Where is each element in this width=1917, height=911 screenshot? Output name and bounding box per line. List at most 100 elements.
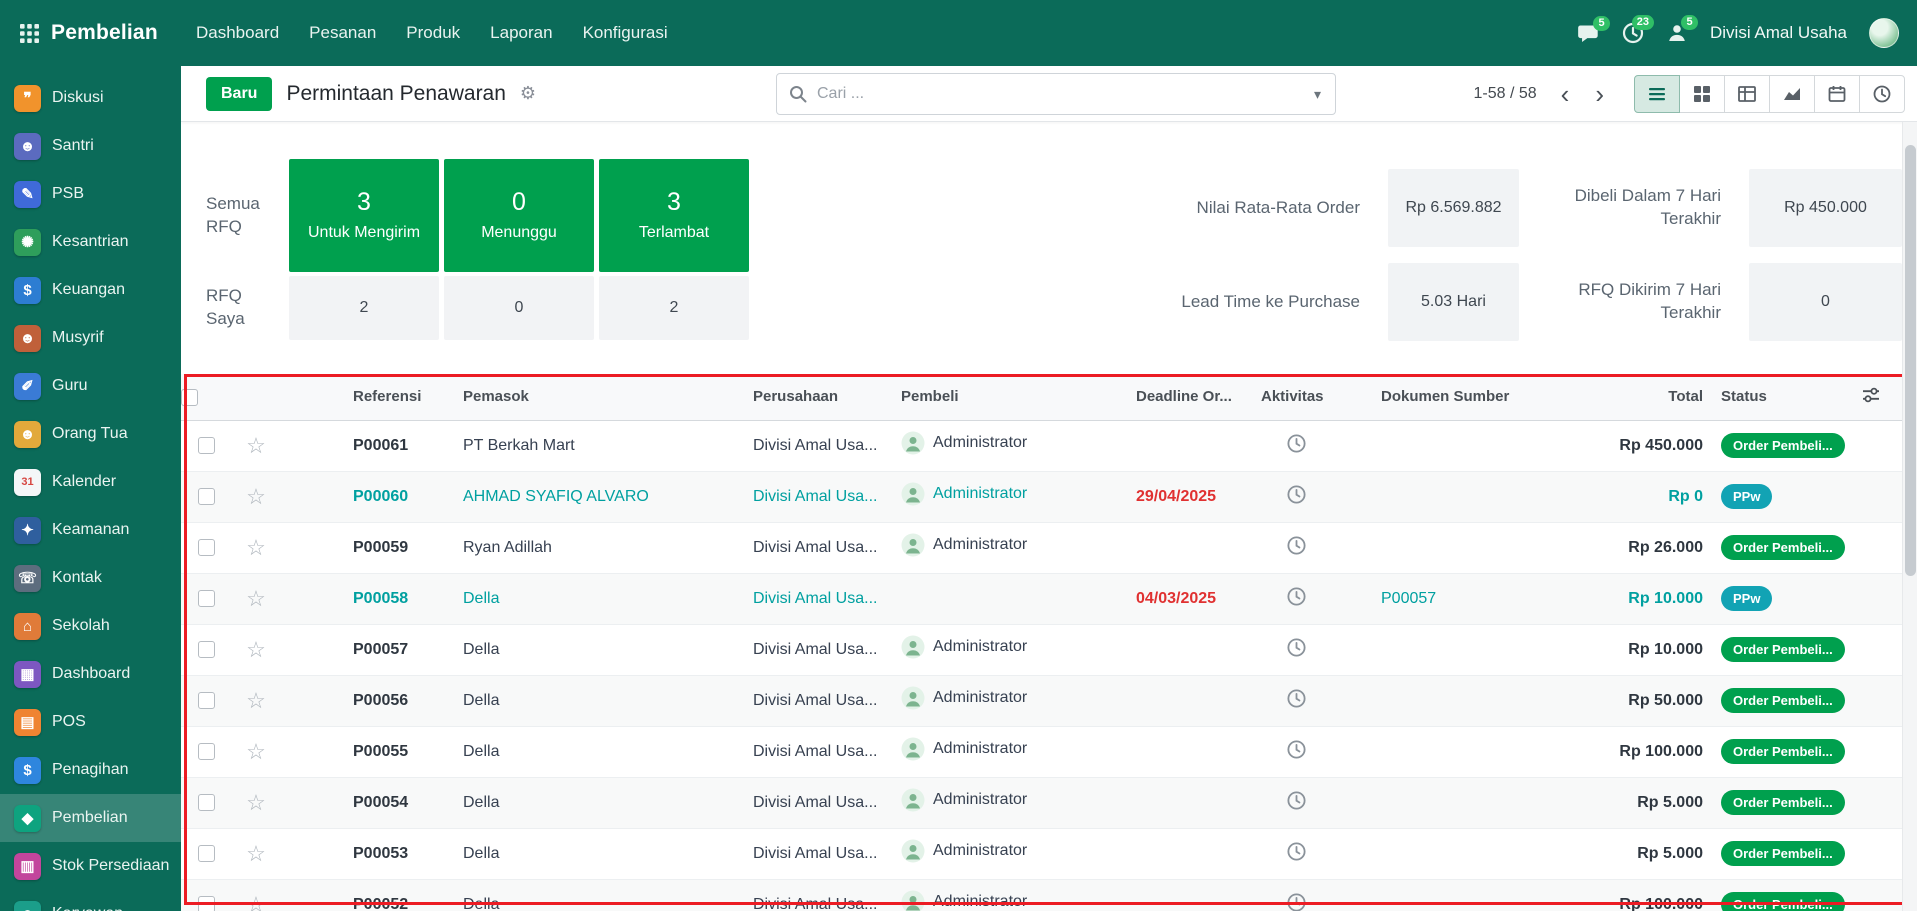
scrollbar-thumb[interactable]	[1905, 145, 1916, 576]
table-row[interactable]: ☆ P00057 Della Divisi Amal Usa... Admini…	[181, 624, 1902, 676]
header-source-document[interactable]: Dokumen Sumber	[1331, 374, 1581, 421]
kpi-card-to-send[interactable]: 3 Untuk Mengirim	[289, 159, 439, 272]
source-document-cell[interactable]	[1331, 420, 1581, 472]
header-status[interactable]: Status	[1711, 374, 1861, 421]
sidebar-item-penagihan[interactable]: $ Penagihan	[0, 746, 181, 794]
pager-previous-button[interactable]: ‹	[1551, 81, 1580, 107]
sidebar-item-santri[interactable]: ☻ Santri	[0, 122, 181, 170]
row-checkbox[interactable]	[197, 538, 215, 556]
my-rfq-late[interactable]: 2	[599, 276, 749, 340]
view-switcher-calendar-button[interactable]	[1814, 74, 1860, 113]
activity-clock-icon[interactable]	[1286, 484, 1307, 505]
sidebar-item-keuangan[interactable]: $ Keuangan	[0, 266, 181, 314]
activity-clock-icon[interactable]	[1286, 535, 1307, 556]
activity-clock-icon[interactable]	[1286, 586, 1307, 607]
view-switcher-activity-button[interactable]	[1859, 74, 1905, 113]
sidebar-item-dashboard[interactable]: ▦ Dashboard	[0, 650, 181, 698]
messages-button[interactable]: 5	[1577, 15, 1610, 44]
source-document-cell[interactable]	[1331, 726, 1581, 778]
source-document-cell[interactable]	[1331, 828, 1581, 880]
table-row[interactable]: ☆ P00061 PT Berkah Mart Divisi Amal Usa.…	[181, 420, 1902, 472]
header-total[interactable]: Total	[1581, 374, 1711, 421]
favorite-star-icon[interactable]: ☆	[246, 586, 266, 611]
table-row[interactable]: ☆ P00054 Della Divisi Amal Usa... Admini…	[181, 777, 1902, 829]
source-document-cell[interactable]	[1331, 777, 1581, 829]
activity-clock-icon[interactable]	[1286, 688, 1307, 709]
table-row[interactable]: ☆ P00053 Della Divisi Amal Usa... Admini…	[181, 828, 1902, 880]
table-row[interactable]: ☆ P00055 Della Divisi Amal Usa... Admini…	[181, 726, 1902, 778]
top-menu-pesanan[interactable]: Pesanan	[294, 0, 391, 66]
kpi-card-waiting[interactable]: 0 Menunggu	[444, 159, 594, 272]
sidebar-item-kalender[interactable]: 31 Kalender	[0, 458, 181, 506]
apps-grid-icon[interactable]	[20, 23, 39, 43]
company-name[interactable]: Divisi Amal Usaha	[1710, 23, 1847, 43]
sidebar-item-musyrif[interactable]: ☻ Musyrif	[0, 314, 181, 362]
top-menu-laporan[interactable]: Laporan	[475, 0, 567, 66]
row-checkbox[interactable]	[197, 895, 215, 911]
top-menu-konfigurasi[interactable]: Konfigurasi	[568, 0, 683, 66]
sidebar-item-pembelian[interactable]: ◆ Pembelian	[0, 794, 181, 842]
favorite-star-icon[interactable]: ☆	[246, 892, 266, 911]
favorite-star-icon[interactable]: ☆	[246, 739, 266, 764]
sidebar-item-pos[interactable]: ▤ POS	[0, 698, 181, 746]
activity-clock-icon[interactable]	[1286, 739, 1307, 760]
sidebar-item-karyawan[interactable]: ☻ Karyawan	[0, 890, 181, 911]
row-checkbox[interactable]	[197, 436, 215, 454]
table-row[interactable]: ☆ P00059 Ryan Adillah Divisi Amal Usa...…	[181, 522, 1902, 574]
header-reference[interactable]: Referensi	[281, 374, 453, 421]
header-company[interactable]: Perusahaan	[743, 374, 891, 421]
source-document-cell[interactable]	[1331, 675, 1581, 727]
view-settings-gear-icon[interactable]: ⚙	[520, 83, 536, 104]
favorite-star-icon[interactable]: ☆	[246, 841, 266, 866]
view-switcher-kanban-button[interactable]	[1679, 74, 1725, 113]
source-document-cell[interactable]	[1331, 624, 1581, 676]
my-rfq-waiting[interactable]: 0	[444, 276, 594, 340]
search-dropdown-caret-icon[interactable]: ▾	[1312, 82, 1323, 107]
vertical-scrollbar[interactable]	[1902, 122, 1917, 911]
search-input[interactable]	[817, 85, 1302, 103]
select-all-checkbox[interactable]	[181, 388, 198, 406]
user-avatar[interactable]	[1869, 18, 1899, 48]
sidebar-item-psb[interactable]: ✎ PSB	[0, 170, 181, 218]
row-checkbox[interactable]	[197, 487, 215, 505]
top-menu-produk[interactable]: Produk	[391, 0, 475, 66]
sidebar-item-stok-persediaan[interactable]: ▥ Stok Persediaan	[0, 842, 181, 890]
source-document-cell[interactable]	[1331, 879, 1581, 911]
sidebar-item-sekolah[interactable]: ⌂ Sekolah	[0, 602, 181, 650]
table-row[interactable]: ☆ P00052 Della Divisi Amal Usa... Admini…	[181, 879, 1902, 911]
table-row[interactable]: ☆ P00058 Della Divisi Amal Usa... 04/03/…	[181, 573, 1902, 625]
activity-clock-icon[interactable]	[1286, 637, 1307, 658]
activity-clock-icon[interactable]	[1286, 841, 1307, 862]
activity-clock-icon[interactable]	[1286, 433, 1307, 454]
favorite-star-icon[interactable]: ☆	[246, 433, 266, 458]
view-switcher-list-button[interactable]	[1634, 74, 1680, 113]
new-button[interactable]: Baru	[206, 76, 273, 111]
kpi-card-late[interactable]: 3 Terlambat	[599, 159, 749, 272]
row-checkbox[interactable]	[197, 793, 215, 811]
view-switcher-pivot-button[interactable]	[1724, 74, 1770, 113]
row-checkbox[interactable]	[197, 844, 215, 862]
favorite-star-icon[interactable]: ☆	[246, 484, 266, 509]
app-title[interactable]: Pembelian	[51, 21, 158, 45]
top-menu-dashboard[interactable]: Dashboard	[181, 0, 294, 66]
table-row[interactable]: ☆ P00056 Della Divisi Amal Usa... Admini…	[181, 675, 1902, 727]
row-checkbox[interactable]	[197, 691, 215, 709]
favorite-star-icon[interactable]: ☆	[246, 535, 266, 560]
sidebar-item-kontak[interactable]: ☏ Kontak	[0, 554, 181, 602]
header-deadline[interactable]: Deadline Or...	[1126, 374, 1261, 421]
favorite-star-icon[interactable]: ☆	[246, 637, 266, 662]
pager-next-button[interactable]: ›	[1585, 81, 1614, 107]
header-activity[interactable]: Aktivitas	[1261, 374, 1331, 421]
sidebar-item-kesantrian[interactable]: ✺ Kesantrian	[0, 218, 181, 266]
header-buyer[interactable]: Pembeli	[891, 374, 1126, 421]
sidebar-item-orang-tua[interactable]: ☻ Orang Tua	[0, 410, 181, 458]
activity-clock-icon[interactable]	[1286, 790, 1307, 811]
source-document-cell[interactable]	[1331, 522, 1581, 574]
my-rfq-to-send[interactable]: 2	[289, 276, 439, 340]
row-checkbox[interactable]	[197, 742, 215, 760]
requests-button[interactable]: 5	[1666, 15, 1698, 44]
table-row[interactable]: ☆ P00060 AHMAD SYAFIQ ALVARO Divisi Amal…	[181, 471, 1902, 523]
row-checkbox[interactable]	[197, 640, 215, 658]
favorite-star-icon[interactable]: ☆	[246, 688, 266, 713]
sidebar-item-guru[interactable]: ✐ Guru	[0, 362, 181, 410]
